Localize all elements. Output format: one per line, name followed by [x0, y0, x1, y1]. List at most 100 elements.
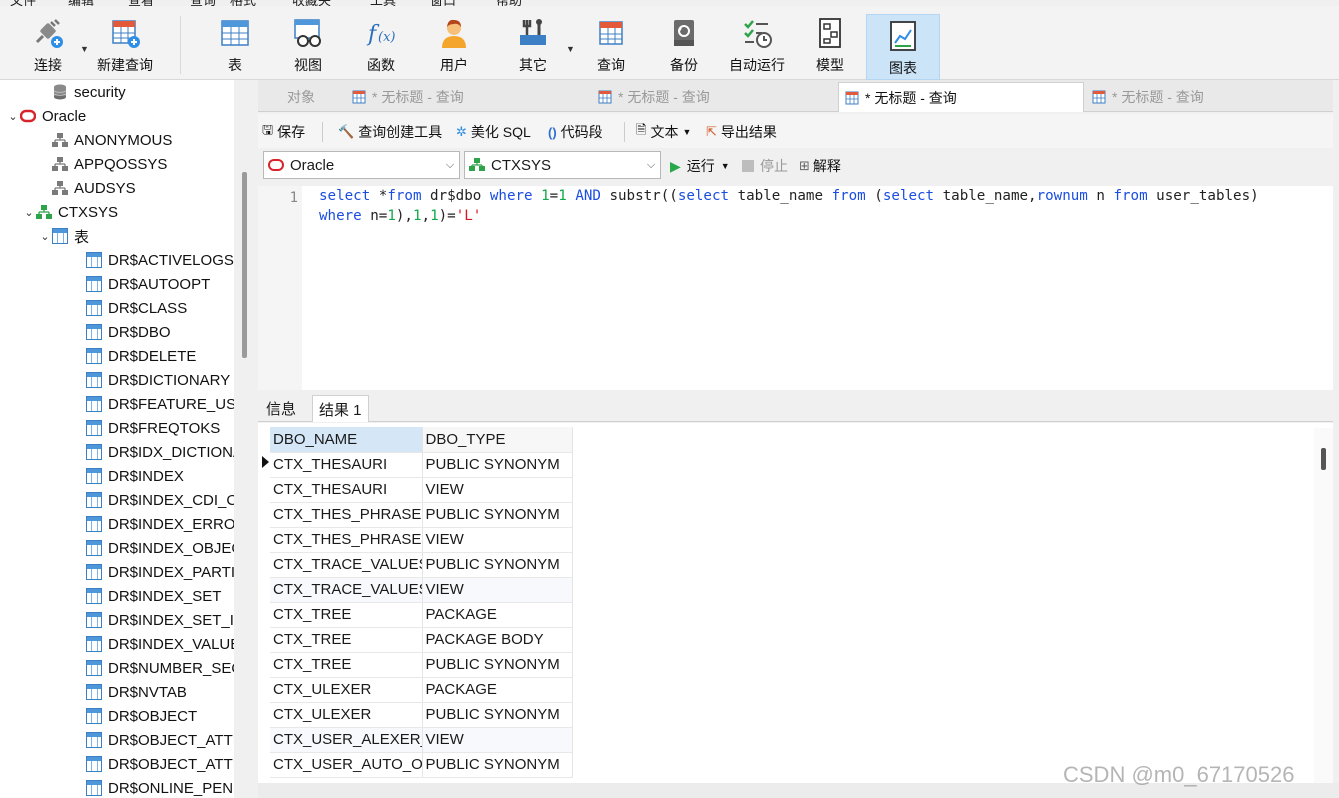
cell-dbo-name[interactable]: CTX_THESAURI — [270, 452, 423, 478]
tree-item[interactable]: DR$IDX_DICTIONA — [72, 440, 243, 464]
tree-item[interactable]: DR$OBJECT_ATTRI — [72, 728, 248, 752]
tree-item[interactable]: DR$INDEX_CDI_CO — [72, 488, 249, 512]
table-row[interactable]: CTX_USER_AUTO_OPTPUBLIC SYNONYM — [270, 752, 573, 778]
tree-item[interactable]: ANONYMOUS — [38, 128, 172, 152]
cell-dbo-name[interactable]: CTX_TRACE_VALUES — [270, 552, 423, 578]
table-row[interactable]: CTX_ULEXER PACKAGE — [270, 677, 573, 703]
tree-item[interactable]: DR$INDEX_SET_INI — [72, 608, 249, 632]
table-row[interactable]: CTX_TRACE_VALUES VIEW — [270, 577, 573, 603]
cell-dbo-type[interactable]: VIEW — [422, 577, 573, 603]
cell-dbo-name[interactable]: CTX_THES_PHRASES — [270, 502, 423, 528]
model-button[interactable]: 模型 — [810, 12, 850, 80]
tab-query[interactable]: * 无标题 - 查询 — [592, 82, 836, 112]
text-button[interactable]: 🗎 文本 ▼ — [636, 122, 691, 142]
tree-item[interactable]: AUDSYS — [38, 176, 136, 200]
table-row[interactable]: CTX_THESAURI PUBLIC SYNONYM — [270, 452, 573, 478]
table-row[interactable]: CTX_TRACE_VALUES PUBLIC SYNONYM — [270, 552, 573, 578]
view-button[interactable]: 视图 — [288, 12, 328, 80]
sql-editor[interactable]: 1 select *from dr$dbo where 1=1 AND subs… — [258, 186, 1333, 390]
table-row[interactable]: CTX_THESAURI VIEW — [270, 477, 573, 503]
cell-dbo-type[interactable]: PUBLIC SYNONYM — [422, 502, 573, 528]
export-results-button[interactable]: ⇱ 导出结果 — [706, 122, 777, 142]
tab-objects[interactable]: 对象 — [258, 82, 344, 112]
table-row[interactable]: CTX_TREE PACKAGE BODY — [270, 627, 573, 653]
cell-dbo-name[interactable]: CTX_USER_ALEXER_DICTS — [270, 727, 423, 753]
expand-toggle-icon[interactable]: ⌄ — [38, 230, 52, 243]
cell-dbo-name[interactable]: CTX_THES_PHRASES — [270, 527, 423, 553]
function-button[interactable]: f (x) 函数 — [361, 12, 401, 80]
tree-item[interactable]: DR$AUTOOPT — [72, 272, 210, 296]
tree-item[interactable]: DR$OBJECT_ATTRI — [72, 752, 248, 776]
tree-item[interactable]: ⌄ 表 — [38, 224, 89, 248]
cell-dbo-type[interactable]: PACKAGE BODY — [422, 627, 573, 653]
cell-dbo-name[interactable]: CTX_USER_AUTO_OPT — [270, 752, 423, 778]
cell-dbo-type[interactable]: PUBLIC SYNONYM — [422, 552, 573, 578]
cell-dbo-type[interactable]: PUBLIC SYNONYM — [422, 752, 573, 778]
tree-item[interactable]: APPQOSSYS — [38, 152, 167, 176]
tree-item[interactable]: DR$NVTAB — [72, 680, 187, 704]
cell-dbo-type[interactable]: PUBLIC SYNONYM — [422, 652, 573, 678]
explain-button[interactable]: ⊞ 解释 — [799, 156, 841, 176]
tree-item[interactable]: DR$ONLINE_PENDI — [72, 776, 248, 798]
backup-button[interactable]: 备份 — [664, 12, 704, 80]
expand-toggle-icon[interactable]: ⌄ — [22, 206, 36, 219]
column-header-dbo-type[interactable]: DBO_TYPE — [422, 427, 573, 453]
tree-item[interactable]: ⌄ CTXSYS — [22, 200, 118, 224]
cell-dbo-name[interactable]: CTX_TREE — [270, 627, 423, 653]
tab-query[interactable]: * 无标题 - 查询 — [346, 82, 590, 112]
connect-dropdown-icon[interactable]: ▼ — [80, 44, 89, 54]
table-row[interactable]: CTX_USER_ALEXER_DICTSVIEW — [270, 727, 573, 753]
table-row[interactable]: CTX_THES_PHRASES PUBLIC SYNONYM — [270, 502, 573, 528]
tree-item[interactable]: DR$DBO — [72, 320, 171, 344]
tree-item[interactable]: DR$OBJECT — [72, 704, 197, 728]
tree-item[interactable]: DR$NUMBER_SEQU — [72, 656, 250, 680]
tree-item[interactable]: DR$DICTIONARY — [72, 368, 230, 392]
tree-item[interactable]: DR$FEATURE_USED — [72, 392, 250, 416]
tree-item[interactable]: DR$INDEX — [72, 464, 184, 488]
connect-button[interactable]: 连接 — [24, 12, 72, 80]
table-row[interactable]: CTX_TREE PACKAGE — [270, 602, 573, 628]
tree-item[interactable]: DR$INDEX_SET — [72, 584, 221, 608]
cell-dbo-type[interactable]: PUBLIC SYNONYM — [422, 702, 573, 728]
other-dropdown-icon[interactable]: ▼ — [566, 44, 575, 54]
tree-item[interactable]: DR$DELETE — [72, 344, 196, 368]
column-header-dbo-name[interactable]: DBO_NAME — [270, 427, 423, 453]
cell-dbo-type[interactable]: VIEW — [422, 527, 573, 553]
cell-dbo-type[interactable]: PUBLIC SYNONYM — [422, 452, 573, 478]
user-button[interactable]: 用户 — [434, 12, 474, 80]
cell-dbo-name[interactable]: CTX_TRACE_VALUES — [270, 577, 423, 603]
connection-select[interactable]: Oracle ⌵ — [263, 151, 460, 179]
cell-dbo-name[interactable]: CTX_TREE — [270, 652, 423, 678]
chart-button[interactable]: 图表 — [866, 14, 940, 80]
tree-item[interactable]: DR$INDEX_OBJECT — [72, 536, 250, 560]
query-builder-button[interactable]: 🔨 查询创建工具 — [338, 122, 442, 142]
cell-dbo-name[interactable]: CTX_TREE — [270, 602, 423, 628]
new-query-button[interactable]: 新建查询 — [94, 12, 156, 80]
table-row[interactable]: CTX_ULEXER PUBLIC SYNONYM — [270, 702, 573, 728]
tab-query[interactable]: * 无标题 - 查询 — [1086, 82, 1333, 112]
other-button[interactable]: 其它 — [512, 12, 554, 80]
result-tab-result1[interactable]: 结果 1 — [312, 395, 369, 422]
connection-tree[interactable]: security ⌄ Oracle ANONYMOUS APPQOSSYS AUDSYS ⌄… — [0, 80, 250, 798]
stop-button[interactable]: 停止 — [742, 156, 788, 176]
tree-item[interactable]: DR$CLASS — [72, 296, 187, 320]
table-row[interactable]: CTX_THES_PHRASES VIEW — [270, 527, 573, 553]
cell-dbo-name[interactable]: CTX_ULEXER — [270, 702, 423, 728]
tree-item[interactable]: DR$INDEX_PARTIT — [72, 560, 244, 584]
query-button[interactable]: 查询 — [591, 12, 631, 80]
tab-query[interactable]: * 无标题 - 查询 — [838, 82, 1084, 112]
code-snippet-button[interactable]: () 代码段 — [548, 122, 603, 142]
tree-item[interactable]: security — [38, 80, 126, 104]
schema-select[interactable]: CTXSYS ⌵ — [464, 151, 661, 179]
cell-dbo-type[interactable]: VIEW — [422, 727, 573, 753]
cell-dbo-name[interactable]: CTX_ULEXER — [270, 677, 423, 703]
tree-item[interactable]: DR$INDEX_VALUE — [72, 632, 240, 656]
cell-dbo-name[interactable]: CTX_THESAURI — [270, 477, 423, 503]
grid-scrollbar[interactable] — [1314, 428, 1333, 783]
table-button[interactable]: 表 — [215, 12, 255, 80]
automation-button[interactable]: 自动运行 — [726, 12, 788, 80]
beautify-sql-button[interactable]: ✲ 美化 SQL — [456, 122, 531, 142]
run-button[interactable]: ▶ 运行 ▼ — [670, 156, 730, 176]
table-row[interactable]: CTX_TREE PUBLIC SYNONYM — [270, 652, 573, 678]
tree-item[interactable]: DR$FREQTOKS — [72, 416, 220, 440]
